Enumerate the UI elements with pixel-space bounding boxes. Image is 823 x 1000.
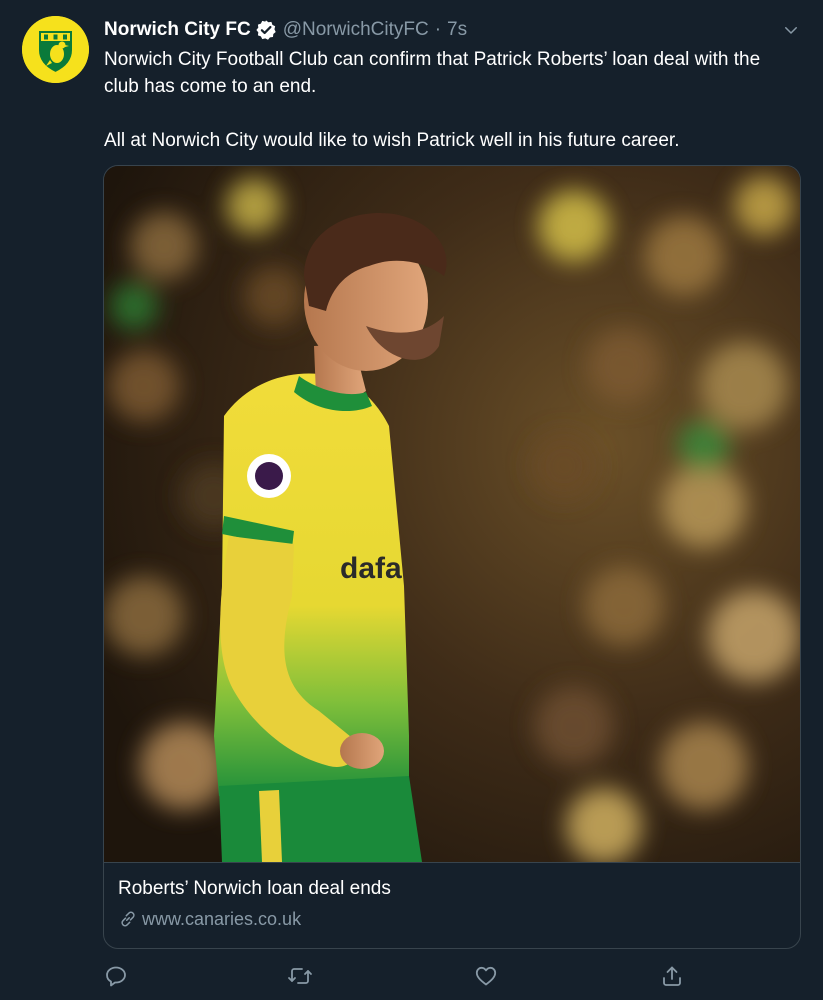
reply-icon [106, 966, 126, 987]
card-url[interactable]: www.canaries.co.uk [118, 907, 301, 931]
tweet-text: Norwich City Football Club can confirm t… [104, 46, 795, 154]
share-button[interactable] [656, 960, 688, 992]
like-button[interactable] [470, 960, 502, 992]
share-icon [663, 966, 681, 986]
card-image[interactable]: dafa [104, 166, 800, 862]
avatar[interactable] [22, 16, 89, 83]
verified-badge-icon [255, 19, 277, 41]
card-url-text: www.canaries.co.uk [142, 909, 302, 929]
link-card[interactable]: dafa Roberts’ Norwich loan deal ends www… [103, 165, 801, 949]
retweet-button[interactable] [284, 960, 316, 992]
link-icon [118, 909, 138, 929]
norwich-crest-icon [22, 16, 89, 83]
tweet[interactable]: Norwich City FC @NorwichCityFC · 7s Norw… [0, 0, 823, 1000]
user-handle[interactable]: @NorwichCityFC [283, 16, 429, 44]
tweet-header: Norwich City FC @NorwichCityFC · 7s [104, 16, 803, 44]
card-info[interactable]: Roberts’ Norwich loan deal ends www.cana… [104, 862, 800, 948]
timestamp[interactable]: 7s [447, 16, 467, 44]
display-name[interactable]: Norwich City FC [104, 16, 251, 44]
chevron-down-icon[interactable] [779, 18, 803, 42]
tweet-text-paragraph: All at Norwich City would like to wish P… [104, 130, 680, 151]
separator-dot: · [434, 19, 442, 40]
tweet-text-paragraph: Norwich City Football Club can confirm t… [104, 49, 761, 97]
heart-icon [475, 966, 497, 986]
shirt-sponsor-text: dafa [340, 552, 402, 585]
card-title[interactable]: Roberts’ Norwich loan deal ends [118, 877, 391, 901]
retweet-icon [288, 968, 312, 984]
action-bar [0, 958, 823, 994]
reply-button[interactable] [100, 960, 132, 992]
